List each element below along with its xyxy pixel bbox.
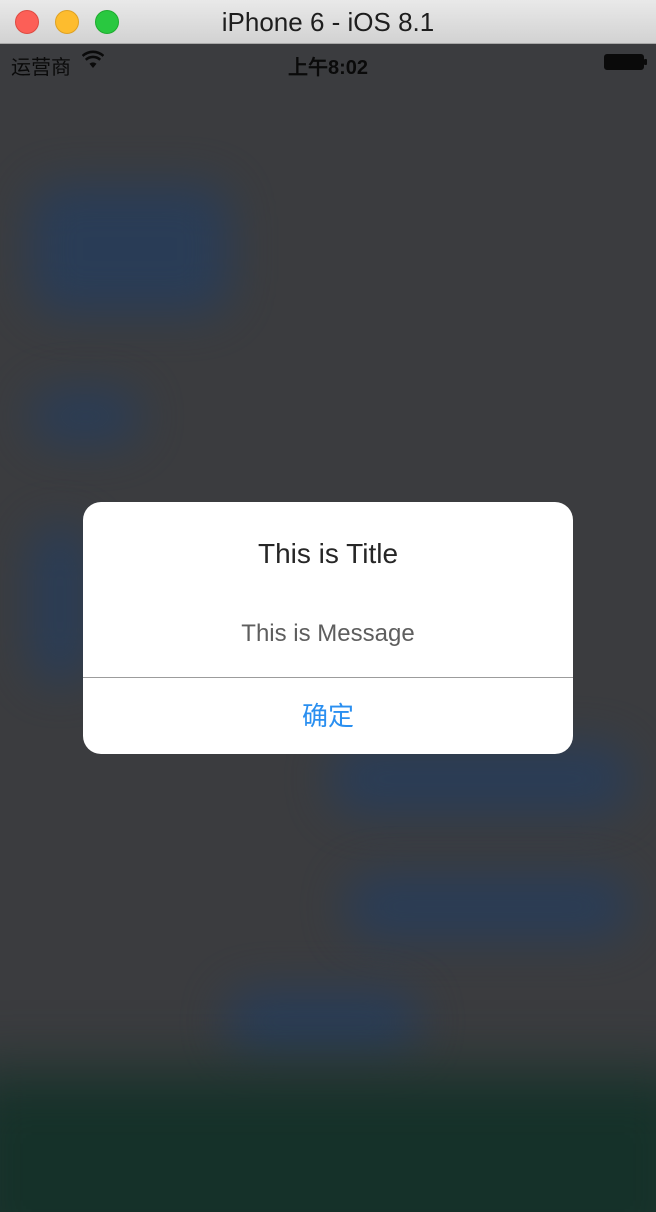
alert-title: This is Title [257, 538, 399, 569]
battery-icon [604, 54, 647, 70]
status-bar: 运营商 上午8:02 [0, 44, 656, 80]
simulator-window: iPhone 6 - iOS 8.1 运营商 上午8:02 This is Ti… [0, 0, 656, 1212]
alert-message: This is Message [241, 620, 415, 647]
confirm-button[interactable]: 确定 [83, 678, 573, 754]
status-time: 上午8:02 [287, 57, 369, 79]
window-title: iPhone 6 - iOS 8.1 [221, 7, 435, 37]
title-bar: iPhone 6 - iOS 8.1 [0, 0, 656, 44]
alert-dialog: This is Title This is Message 确定 [83, 502, 573, 754]
simulator-screen: 运营商 上午8:02 This is Title This is Message… [0, 44, 656, 1212]
